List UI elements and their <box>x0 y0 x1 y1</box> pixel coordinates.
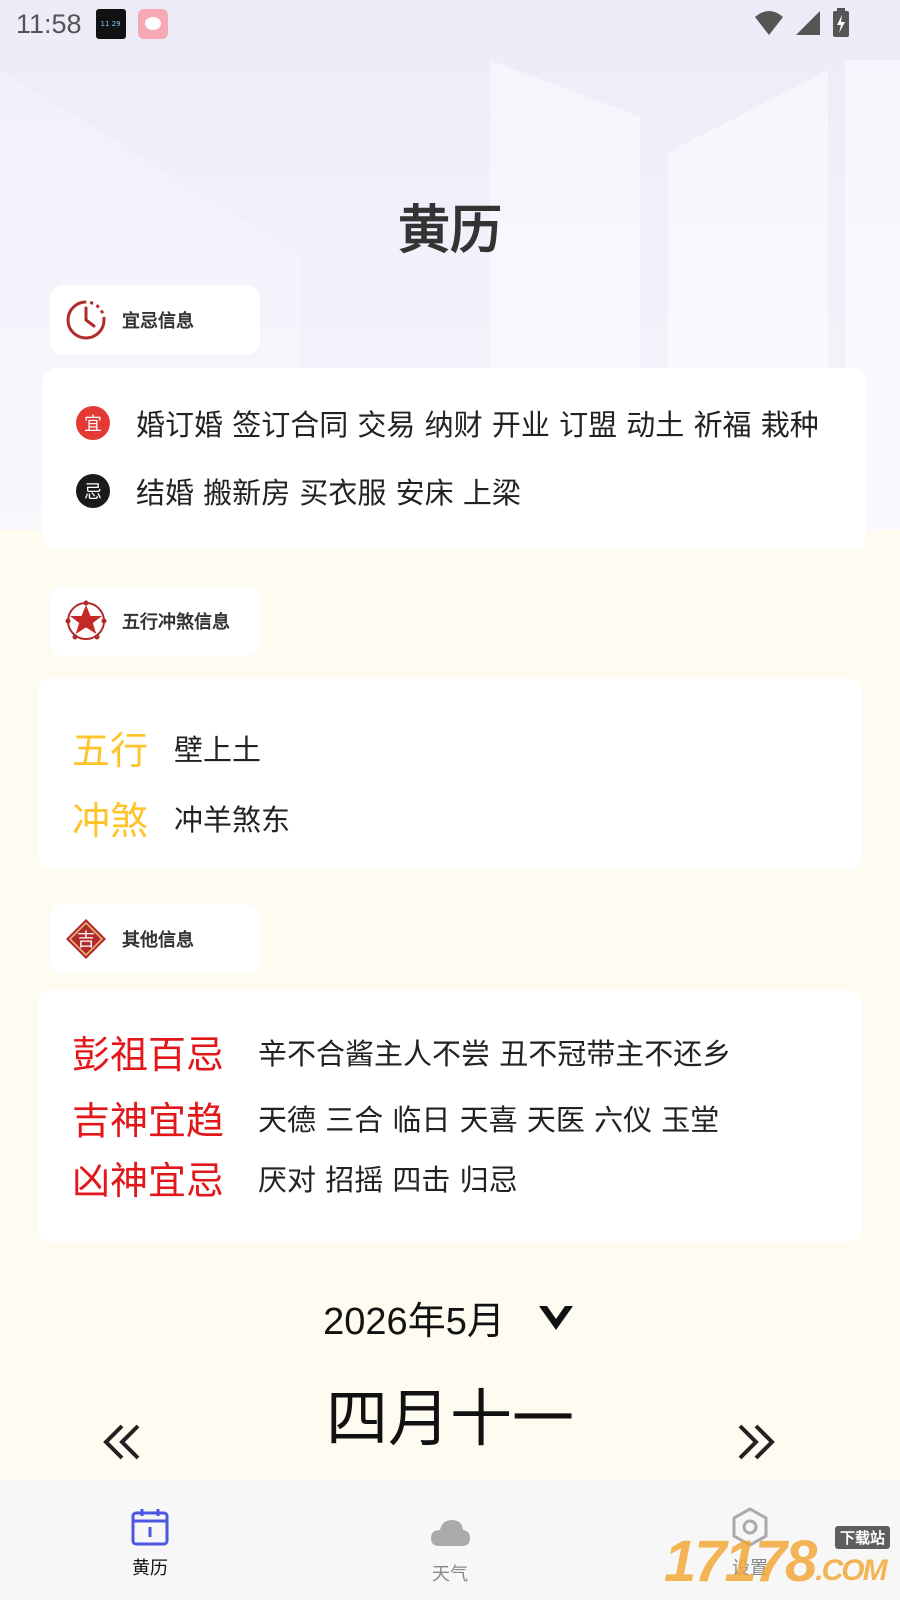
tab-weather[interactable]: 天气 <box>300 1480 600 1600</box>
chongsha-row: 冲煞 冲羊煞东 <box>72 790 290 845</box>
ji-row: 忌 结婚 搬新房 买衣服 安床 上梁 <box>76 470 521 512</box>
chongsha-value: 冲羊煞东 <box>174 802 291 837</box>
svg-text:吉: 吉 <box>77 930 95 951</box>
page-title: 黄历 <box>397 201 502 261</box>
ji-text: 结婚 搬新房 买衣服 安床 上梁 <box>136 476 521 510</box>
status-time: 11:58 <box>16 8 82 39</box>
chongsha-key: 冲煞 <box>72 799 149 843</box>
tab-weather-label: 天气 <box>432 1564 468 1585</box>
ji-diamond-icon: 吉 <box>66 919 106 959</box>
other-card: 彭祖百忌 辛不合酱主人不尝 丑不冠带主不还乡 吉神宜趋 天德 三合 临日 天喜 … <box>38 990 862 1242</box>
status-bar: 11:58 11 29 03 <box>0 0 900 48</box>
clock-app-icon: 11 29 03 <box>95 9 126 39</box>
yi-text: 婚订婚 签订合同 交易 纳财 开业 订盟 动土 祈福 栽种 <box>136 408 819 442</box>
wifi-icon <box>755 11 783 35</box>
watermark-number: 17178 <box>664 1528 817 1594</box>
next-day-icon[interactable] <box>734 1420 778 1464</box>
yiji-section-header: 宜忌信息 <box>50 285 260 355</box>
xiongshen-value: 厌对 招摇 四击 归忌 <box>258 1162 518 1197</box>
jishen-key: 吉神宜趋 <box>72 1099 225 1143</box>
status-indicators <box>754 8 850 38</box>
yiji-section-label: 宜忌信息 <box>122 311 194 332</box>
other-section-header: 吉 其他信息 <box>50 904 260 974</box>
month-selector[interactable]: 2026年5月 <box>0 1290 900 1345</box>
wuxing-key: 五行 <box>72 729 149 773</box>
other-section-label: 其他信息 <box>122 930 194 951</box>
clock-icon <box>66 300 106 340</box>
rice-app-icon <box>137 9 168 39</box>
ji-badge: 忌 <box>76 474 110 508</box>
wuxing-section-header: 五行冲煞信息 <box>50 586 260 656</box>
calendar-icon <box>131 1509 169 1546</box>
battery-icon <box>833 8 849 37</box>
xiongshen-key: 凶神宜忌 <box>72 1159 225 1203</box>
pengzu-row: 彭祖百忌 辛不合酱主人不尝 丑不冠带主不还乡 <box>72 1024 731 1079</box>
signal-icon <box>796 11 820 35</box>
pengzu-value: 辛不合酱主人不尝 丑不冠带主不还乡 <box>258 1036 732 1071</box>
watermark-tag: 下载站 <box>834 1526 890 1549</box>
prev-day-icon[interactable] <box>100 1420 144 1464</box>
jishen-row: 吉神宜趋 天德 三合 临日 天喜 天医 六仪 玉堂 <box>72 1090 719 1145</box>
tab-almanac-label: 黄历 <box>132 1558 168 1579</box>
cloud-icon <box>431 1520 470 1546</box>
month-label[interactable]: 2026年5月 <box>323 1290 505 1345</box>
xiongshen-row: 凶神宜忌 厌对 招摇 四击 归忌 <box>72 1150 518 1205</box>
star-emblem-icon <box>65 600 107 640</box>
yiji-card: 宜 婚订婚 签订合同 交易 纳财 开业 订盟 动土 祈福 栽种 忌 结婚 搬新房… <box>42 368 866 550</box>
yi-row: 宜 婚订婚 签订合同 交易 纳财 开业 订盟 动土 祈福 栽种 <box>76 402 819 444</box>
jishen-value: 天德 三合 临日 天喜 天医 六仪 玉堂 <box>258 1102 720 1137</box>
wuxing-card: 五行 壁上土 冲煞 冲羊煞东 <box>38 678 862 870</box>
tab-almanac[interactable]: 黄历 <box>0 1480 300 1600</box>
wuxing-row: 五行 壁上土 <box>72 720 261 775</box>
wuxing-value: 壁上土 <box>174 732 262 767</box>
wuxing-section-label: 五行冲煞信息 <box>122 612 230 633</box>
pengzu-key: 彭祖百忌 <box>72 1033 225 1077</box>
site-watermark: 17178 .COM 下载站 <box>664 1526 894 1596</box>
chevron-down-icon[interactable] <box>535 1300 577 1336</box>
watermark-suffix: .COM <box>815 1554 887 1587</box>
yi-badge: 宜 <box>76 406 110 440</box>
